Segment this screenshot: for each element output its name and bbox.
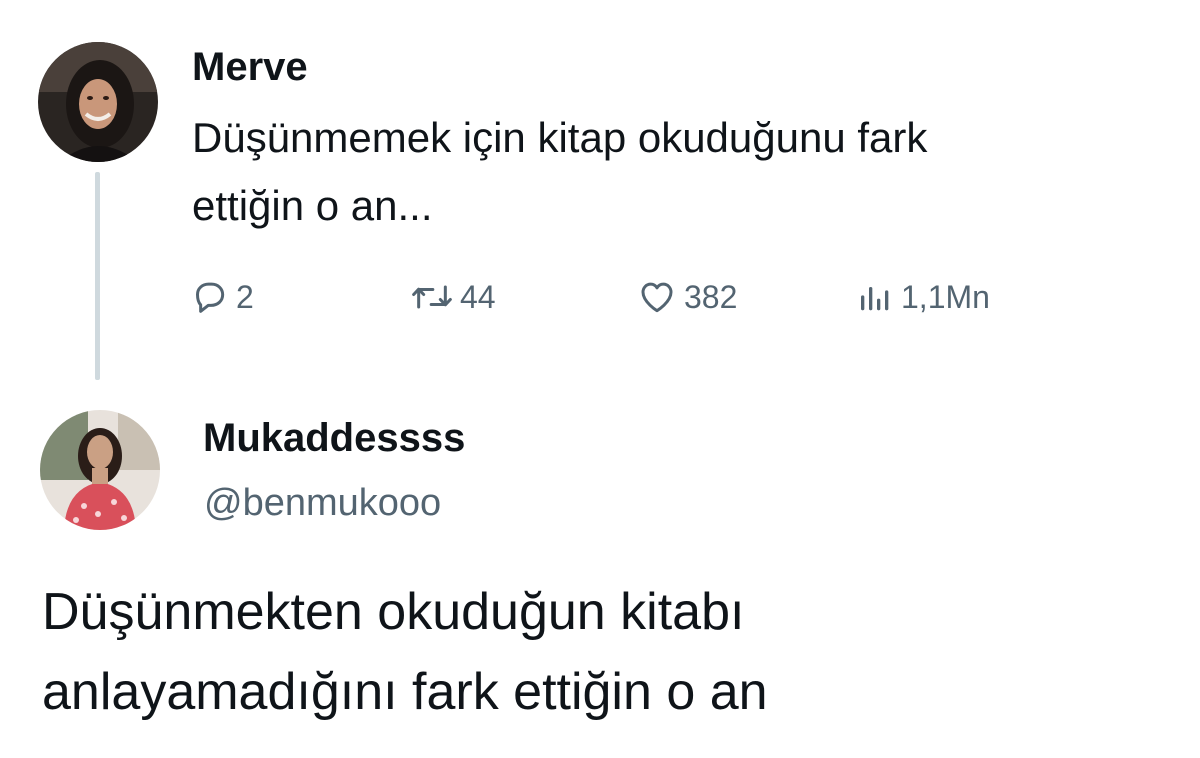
repost-arrows-icon [412, 285, 452, 309]
bar-chart-icon [861, 287, 889, 311]
repost-count: 44 [460, 278, 496, 315]
quote-author-name[interactable]: Mukaddessss [203, 414, 465, 462]
heart-icon [641, 282, 673, 313]
reply-text-line: Düşünmemek için kitap okuduğunu fark [192, 114, 928, 161]
like-button[interactable]: 382 [636, 272, 737, 322]
avatar-merve[interactable] [38, 42, 158, 162]
speech-bubble-icon [196, 282, 225, 313]
quote-author-handle[interactable]: @benmukooo [204, 480, 441, 526]
views-count: 1,1Mn [901, 278, 990, 315]
reply-button[interactable]: 2 [190, 272, 254, 322]
quote-text-line: Düşünmekten okuduğun kitabı [42, 583, 745, 641]
like-count: 382 [684, 278, 738, 315]
quote-text-line: anlayamadığını fark ettiğin o an [42, 663, 768, 721]
reply-author-name[interactable]: Merve [192, 43, 308, 91]
reply-tweet-text: Düşünmemek için kitap okuduğunu fark ett… [192, 104, 1182, 240]
quote-tweet-text: Düşünmekten okuduğun kitabı anlayamadığı… [42, 572, 1182, 732]
tweet-action-bar: 2 44 382 1,1Mn [0, 272, 1200, 322]
reply-text-line: ettiğin o an... [192, 182, 433, 229]
views-indicator[interactable]: 1,1Mn [855, 272, 990, 322]
repost-button[interactable]: 44 [410, 272, 496, 322]
reply-count: 2 [236, 278, 254, 315]
avatar-mukaddessss-photo [40, 410, 160, 530]
avatar-mukaddessss[interactable] [40, 410, 160, 530]
avatar-merve-photo [38, 42, 158, 162]
